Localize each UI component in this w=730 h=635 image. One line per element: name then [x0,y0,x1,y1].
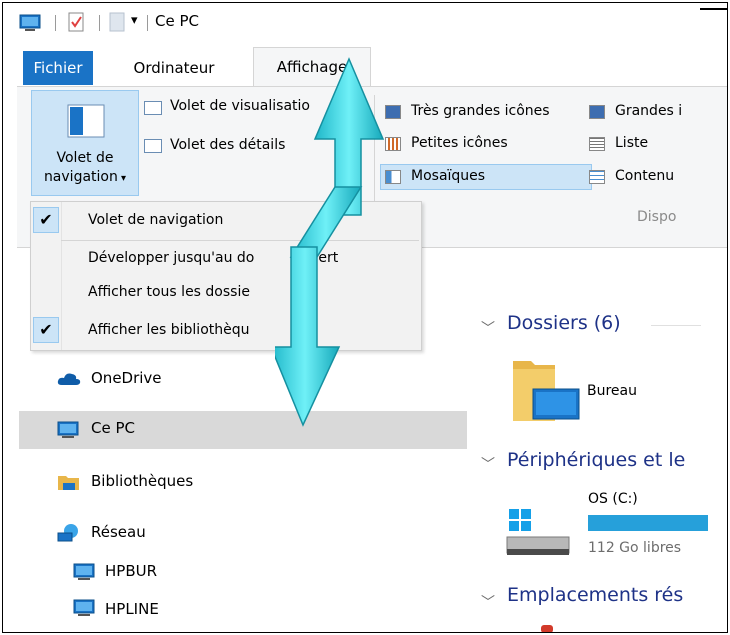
computer-icon [19,14,41,31]
chevron-down-icon[interactable]: ﹀ [481,318,495,338]
large-icons-icon [589,105,605,119]
layout-liste[interactable]: Liste [615,135,648,151]
computer-icon [73,599,95,616]
drive-free-space: 112 Go libres [588,540,682,556]
volet-navigation-button[interactable]: Volet de navigation ▾ [31,90,139,196]
nav-item-hpbur[interactable]: HPBUR [105,562,157,580]
quick-access-dropdown-icon[interactable]: ▾ [131,13,138,28]
check-icon: ✔ [33,317,59,343]
layout-mosaiques[interactable]: Mosaïques [411,168,485,184]
title-bar: ▾ Ce PC [3,3,727,39]
group-divider [651,325,701,326]
network-location-icon [541,625,553,632]
nav-item-reseau[interactable]: Réseau [91,523,146,541]
layout-contenu[interactable]: Contenu [615,168,674,184]
properties-icon[interactable] [67,12,85,32]
menu-gutter [61,202,62,350]
new-folder-icon[interactable] [109,12,125,32]
computer-icon [73,563,95,580]
drive-label[interactable]: OS (C:) [588,491,638,507]
folder-bureau[interactable]: Bureau [587,383,637,399]
drive-icon [506,509,570,555]
nav-item-onedrive[interactable]: OneDrive [91,369,162,387]
nav-selection-bg [19,411,467,449]
separator [99,15,100,31]
double-arrow-annotation [275,57,385,427]
library-icon [58,476,79,490]
check-icon: ✔ [33,207,59,233]
tab-fichier[interactable]: Fichier [23,51,93,85]
network-icon [57,524,78,542]
layout-petites-icones[interactable]: Petites icônes [411,135,508,151]
navigation-pane-icon [67,104,105,138]
title-bar-line [700,8,727,10]
chevron-down-icon[interactable]: ﹀ [481,592,495,612]
nav-item-hpline[interactable]: HPLINE [105,600,159,618]
group-peripheriques[interactable]: Périphériques et le [507,449,685,471]
list-icon [589,137,605,151]
layout-grandes-icones[interactable]: Grandes i [615,103,682,119]
menu-item-afficher-tous-dossiers[interactable]: Afficher tous les dossie [88,284,250,300]
content-icon [589,170,605,184]
group-emplacements[interactable]: Emplacements rés [507,584,683,606]
chevron-down-icon[interactable]: ﹀ [481,454,495,474]
cloud-icon [57,373,81,385]
nav-item-ce-pc[interactable]: Ce PC [91,419,135,437]
layout-tres-grandes-icones[interactable]: Très grandes icônes [411,103,550,119]
volet-details-button[interactable]: Volet des détails [170,137,285,153]
preview-pane-icon [144,101,162,115]
group-dossiers[interactable]: Dossiers (6) [507,312,621,334]
menu-item-afficher-bibliotheques[interactable]: Afficher les bibliothèqu [88,322,250,338]
explorer-window: ▾ Ce PC Fichier Ordinateur Affichage Vol… [2,2,728,633]
drive-usage-bar [588,515,708,531]
desktop-folder-icon [513,361,580,421]
window-title: Ce PC [155,12,199,30]
volet-navigation-label: Volet de navigation ▾ [43,150,127,185]
separator [147,15,148,31]
ribbon-group-label: Dispo [637,209,677,225]
tab-ordinateur[interactable]: Ordinateur [113,51,235,85]
computer-icon [57,421,79,438]
details-pane-icon [144,139,162,153]
separator [55,15,56,31]
menu-item-volet-navigation[interactable]: Volet de navigation [88,212,223,228]
nav-item-bibliotheques[interactable]: Bibliothèques [91,472,193,490]
